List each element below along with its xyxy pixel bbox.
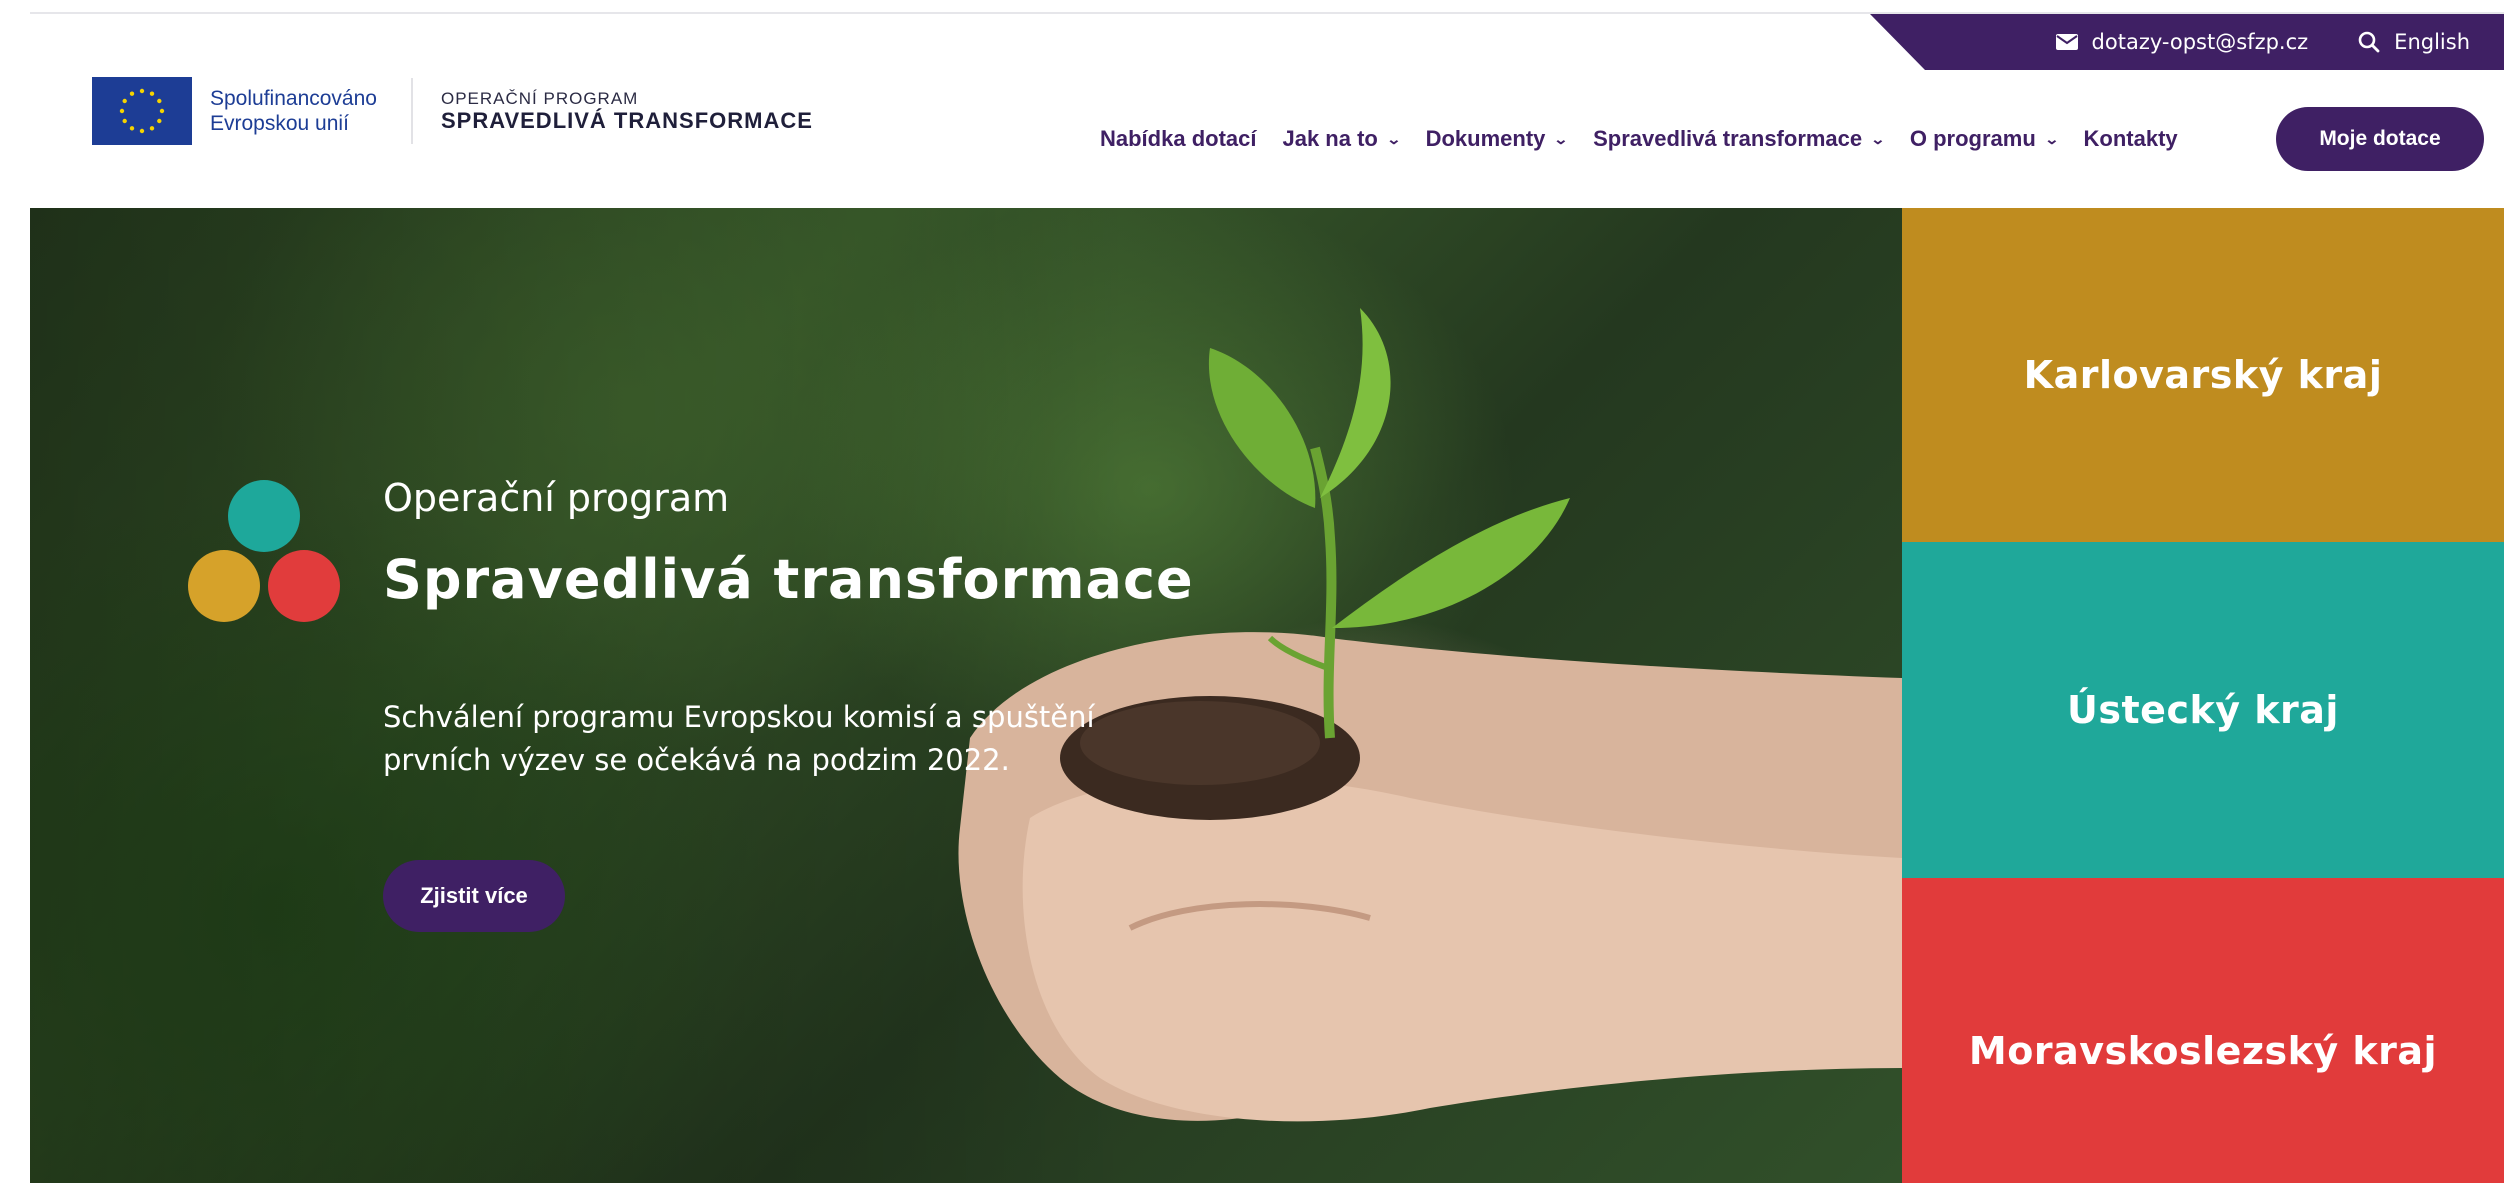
page: dotazy-opst@sfzp.cz English Spolufinanco (0, 0, 2504, 1183)
nav-item-o-programu[interactable]: O programu ⌄ (1909, 126, 2060, 152)
envelope-icon (2055, 34, 2078, 50)
eu-text-line1: Spolufinancováno (210, 87, 377, 110)
email-text: dotazy-opst@sfzp.cz (2091, 30, 2309, 54)
hero-banner: Operační program Spravedlivá transformac… (30, 208, 1902, 1183)
region-label: Ústecký kraj (2067, 688, 2339, 732)
nav-label: O programu (1909, 126, 2036, 151)
main-nav: Nabídka dotací Jak na to ⌄ Dokumenty ⌄ S… (1100, 107, 2204, 171)
search-icon[interactable] (2358, 31, 2380, 53)
language-text: English (2394, 30, 2470, 54)
nav-item-spravedliva-transformace[interactable]: Spravedlivá transformace ⌄ (1593, 126, 1886, 152)
email-link[interactable]: dotazy-opst@sfzp.cz (2055, 30, 2309, 54)
hero-title: Spravedlivá transformace (383, 548, 1194, 611)
chevron-down-icon: ⌄ (1870, 130, 1886, 147)
logo-dot-red (268, 550, 340, 622)
chevron-down-icon: ⌄ (1553, 130, 1569, 147)
hero-kicker: Operační program (383, 476, 730, 520)
region-label: Karlovarský kraj (2023, 353, 2383, 397)
chevron-down-icon: ⌄ (2044, 130, 2060, 147)
program-big-text: SPRAVEDLIVÁ TRANSFORMACE (440, 108, 813, 133)
nav-item-dokumenty[interactable]: Dokumenty ⌄ (1425, 126, 1569, 152)
region-tile-moravskoslezsky[interactable]: Moravskoslezský kraj (1902, 878, 2504, 1183)
logo-dot-teal (228, 480, 300, 552)
language-switch[interactable]: English (2358, 30, 2470, 54)
nav-item-kontakty[interactable]: Kontakty (2084, 126, 2178, 152)
three-dots-logo (188, 480, 348, 630)
nav-label: Spravedlivá transformace (1593, 126, 1863, 151)
program-small-text: OPERAČNÍ PROGRAM (440, 89, 639, 108)
region-tile-ustecky[interactable]: Ústecký kraj (1902, 542, 2504, 878)
program-name: OPERAČNÍ PROGRAM SPRAVEDLIVÁ TRANSFORMAC… (441, 89, 813, 133)
logo-divider (410, 78, 413, 144)
nav-label: Jak na to (1282, 126, 1378, 151)
nav-label: Kontakty (2083, 126, 2178, 151)
nav-item-nabidka-dotaci[interactable]: Nabídka dotací (1100, 126, 1256, 152)
eu-flag-icon (92, 77, 192, 145)
eu-text-line2: Evropskou unií (210, 112, 349, 135)
chevron-down-icon: ⌄ (1386, 130, 1402, 147)
nav-label: Nabídka dotací (1100, 126, 1257, 151)
region-label: Moravskoslezský kraj (1968, 1028, 2438, 1073)
eu-cofinanced-text: Spolufinancováno Evropskou unií (210, 86, 377, 136)
site-logo[interactable]: Spolufinancováno Evropskou unií OPERAČNÍ… (92, 77, 813, 145)
logo-dot-gold (188, 550, 260, 622)
nav-label: Dokumenty (1425, 126, 1546, 151)
top-divider (30, 12, 2504, 14)
moje-dotace-button[interactable]: Moje dotace (2276, 107, 2484, 171)
nav-item-jak-na-to[interactable]: Jak na to ⌄ (1282, 126, 1402, 152)
zjistit-vice-button[interactable]: Zjistit více (383, 860, 565, 932)
hero-description: Schválení programu Evropskou komisí a sp… (383, 700, 1095, 777)
region-tile-karlovarsky[interactable]: Karlovarský kraj (1902, 208, 2504, 542)
utility-bar: dotazy-opst@sfzp.cz English (1870, 14, 2504, 70)
